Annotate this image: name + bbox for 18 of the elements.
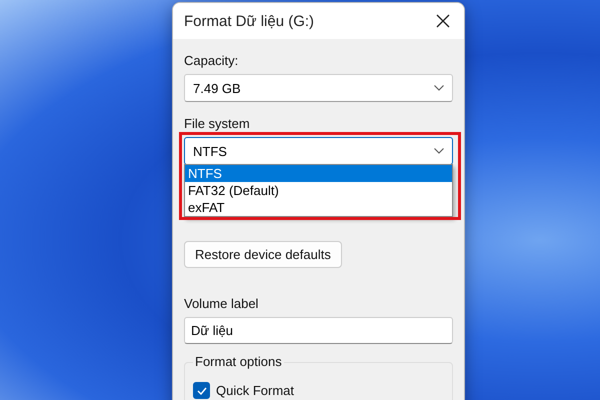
checkbox[interactable]: [193, 382, 210, 399]
window-title: Format Dữ liệu (G:): [184, 12, 314, 30]
capacity-label: Capacity:: [184, 53, 238, 68]
close-icon[interactable]: [436, 14, 450, 28]
capacity-dropdown[interactable]: 7.49 GB: [184, 74, 453, 102]
group-title: Format options: [193, 354, 284, 369]
checkmark-icon: [196, 386, 206, 394]
quick-format-label: Quick Format: [216, 383, 294, 398]
volume-label-label: Volume label: [184, 296, 258, 311]
restore-defaults-button[interactable]: Restore device defaults: [184, 241, 342, 268]
file-system-label: File system: [184, 116, 250, 131]
dropdown-option[interactable]: NTFS: [185, 165, 452, 182]
volume-label-field[interactable]: Dữ liệu: [184, 317, 453, 344]
dropdown-option[interactable]: exFAT: [185, 199, 452, 216]
chevron-down-icon: [434, 85, 444, 91]
chevron-down-icon: [434, 148, 444, 154]
file-system-dropdown[interactable]: NTFS: [184, 137, 453, 165]
dropdown-option[interactable]: FAT32 (Default): [185, 182, 452, 199]
